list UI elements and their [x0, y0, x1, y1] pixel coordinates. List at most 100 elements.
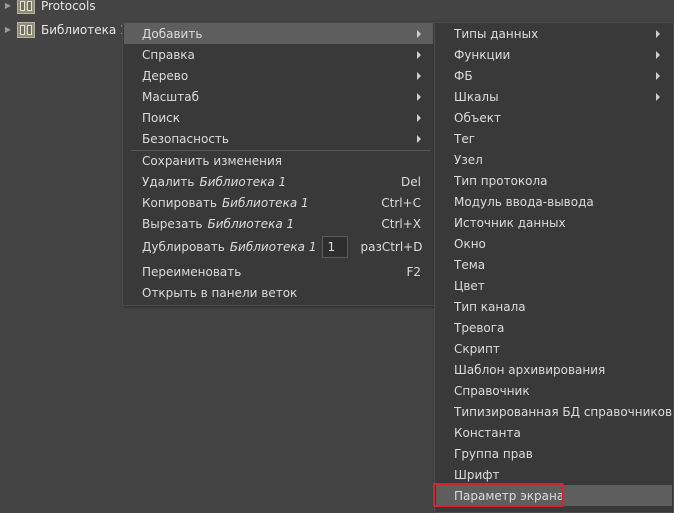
menu-item-tree[interactable]: Дерево [124, 65, 433, 86]
submenu-arrow-icon [656, 71, 660, 80]
menu-item-add[interactable]: Добавить [124, 23, 433, 44]
menu-item-target: Библиотека 1 [221, 195, 309, 210]
menu-item-label: Переименовать [142, 264, 242, 279]
expand-arrow-icon[interactable]: ▶ [0, 25, 16, 34]
library-icon [17, 21, 35, 38]
add-submenu: Типы данных Функции ФБ Шкалы Объект Тег … [434, 22, 674, 513]
menu-item-shortcut: Ctrl+D [381, 240, 423, 254]
expand-arrow-icon[interactable]: ▶ [0, 1, 16, 10]
submenu-arrow-icon [656, 29, 660, 38]
menu-item-rename[interactable]: Переименовать F2 [124, 261, 433, 282]
submenu-item-channel-type[interactable]: Тип канала [436, 296, 672, 317]
menu-item-label: Тревога [454, 320, 505, 335]
submenu-item-font[interactable]: Шрифт [436, 464, 672, 485]
submenu-arrow-icon [417, 92, 421, 101]
submenu-item-color[interactable]: Цвет [436, 275, 672, 296]
duplicate-count-input[interactable] [322, 236, 349, 258]
menu-item-label: Источник данных [454, 215, 566, 230]
menu-item-label: Справочник [454, 383, 530, 398]
menu-item-label: Тег [454, 131, 476, 146]
menu-item-delete[interactable]: Удалить Библиотека 1 Del [124, 171, 433, 192]
menu-item-label: Открыть в панели веток [142, 285, 298, 300]
menu-item-label: Объект [454, 110, 501, 125]
menu-item-label: Дерево [142, 68, 189, 83]
submenu-item-rights-group[interactable]: Группа прав [436, 443, 672, 464]
menu-item-label: Дублировать [142, 240, 225, 254]
submenu-item-archive-template[interactable]: Шаблон архивирования [436, 359, 672, 380]
submenu-item-theme[interactable]: Тема [436, 254, 672, 275]
submenu-item-data-types[interactable]: Типы данных [436, 23, 672, 44]
menu-item-open-in-branch-panel[interactable]: Открыть в панели веток [124, 282, 433, 303]
menu-item-label: Цвет [454, 278, 485, 293]
menu-item-label: Справка [142, 47, 195, 62]
menu-item-shortcut: Del [401, 174, 421, 189]
menu-item-label: Шаблон архивирования [454, 362, 606, 377]
context-menu: Добавить Справка Дерево Масштаб Поиск Бе… [122, 22, 435, 306]
submenu-arrow-icon [417, 134, 421, 143]
submenu-item-typed-reference-db[interactable]: Типизированная БД справочников [436, 401, 672, 422]
menu-item-search[interactable]: Поиск [124, 107, 433, 128]
menu-item-copy[interactable]: Копировать Библиотека 1 Ctrl+C [124, 192, 433, 213]
menu-item-label: Группа прав [454, 446, 533, 461]
tree-item-label: Библиотека 1 [41, 22, 128, 37]
submenu-item-io-module[interactable]: Модуль ввода-вывода [436, 191, 672, 212]
submenu-item-fb[interactable]: ФБ [436, 65, 672, 86]
submenu-item-reference[interactable]: Справочник [436, 380, 672, 401]
menu-item-label: Добавить [142, 26, 203, 41]
menu-item-label: Удалить [142, 174, 195, 189]
menu-item-shortcut: F2 [406, 264, 421, 279]
tree-item-label: Protocols [41, 0, 96, 13]
duplicate-unit-label: раз [360, 240, 382, 254]
menu-item-label: Масштаб [142, 89, 200, 104]
menu-item-label: Функции [454, 47, 511, 62]
submenu-arrow-icon [417, 71, 421, 80]
submenu-arrow-icon [417, 113, 421, 122]
menu-item-save-changes[interactable]: Сохранить изменения [124, 150, 433, 171]
menu-item-target: Библиотека 1 [199, 174, 287, 189]
menu-item-scale[interactable]: Масштаб [124, 86, 433, 107]
menu-item-label: Тип протокола [454, 173, 548, 188]
menu-item-label: Модуль ввода-вывода [454, 194, 594, 209]
menu-item-label: Тип канала [454, 299, 526, 314]
annotation-highlight-box [433, 483, 564, 507]
menu-item-target: Библиотека 1 [229, 240, 317, 254]
tree-item-library-1[interactable]: ▶ Библиотека 1 [0, 19, 128, 40]
menu-item-label: Константа [454, 425, 521, 440]
menu-item-label: Типы данных [454, 26, 539, 41]
menu-item-target: Библиотека 1 [207, 216, 295, 231]
menu-item-duplicate[interactable]: Дублировать Библиотека 1 раз Ctrl+D [124, 234, 433, 260]
submenu-item-scales[interactable]: Шкалы [436, 86, 672, 107]
submenu-arrow-icon [417, 50, 421, 59]
menu-item-label: Копировать [142, 195, 217, 210]
menu-item-label: Узел [454, 152, 483, 167]
menu-item-shortcut: Ctrl+C [381, 195, 421, 210]
menu-item-security[interactable]: Безопасность [124, 128, 433, 149]
submenu-item-data-source[interactable]: Источник данных [436, 212, 672, 233]
menu-item-help[interactable]: Справка [124, 44, 433, 65]
menu-item-label: Шрифт [454, 467, 500, 482]
submenu-item-window[interactable]: Окно [436, 233, 672, 254]
menu-item-label: Сохранить изменения [142, 153, 283, 168]
submenu-item-alarm[interactable]: Тревога [436, 317, 672, 338]
submenu-item-tag[interactable]: Тег [436, 128, 672, 149]
submenu-item-object[interactable]: Объект [436, 107, 672, 128]
menu-item-cut[interactable]: Вырезать Библиотека 1 Ctrl+X [124, 213, 433, 234]
menu-item-label: Поиск [142, 110, 181, 125]
submenu-item-script[interactable]: Скрипт [436, 338, 672, 359]
menu-item-label: Тема [454, 257, 486, 272]
submenu-item-constant[interactable]: Константа [436, 422, 672, 443]
menu-item-label: Шкалы [454, 89, 499, 104]
menu-item-label: Типизированная БД справочников [454, 404, 673, 419]
submenu-item-protocol-type[interactable]: Тип протокола [436, 170, 672, 191]
tree-item-protocols[interactable]: ▶ Protocols [0, 0, 96, 16]
menu-item-label: Вырезать [142, 216, 203, 231]
menu-item-shortcut: Ctrl+X [381, 216, 421, 231]
submenu-item-functions[interactable]: Функции [436, 44, 672, 65]
submenu-arrow-icon [656, 50, 660, 59]
menu-item-label: Скрипт [454, 341, 500, 356]
menu-item-label: ФБ [454, 68, 473, 83]
submenu-arrow-icon [656, 92, 660, 101]
menu-item-label: Окно [454, 236, 486, 251]
submenu-arrow-icon [417, 29, 421, 38]
submenu-item-node[interactable]: Узел [436, 149, 672, 170]
